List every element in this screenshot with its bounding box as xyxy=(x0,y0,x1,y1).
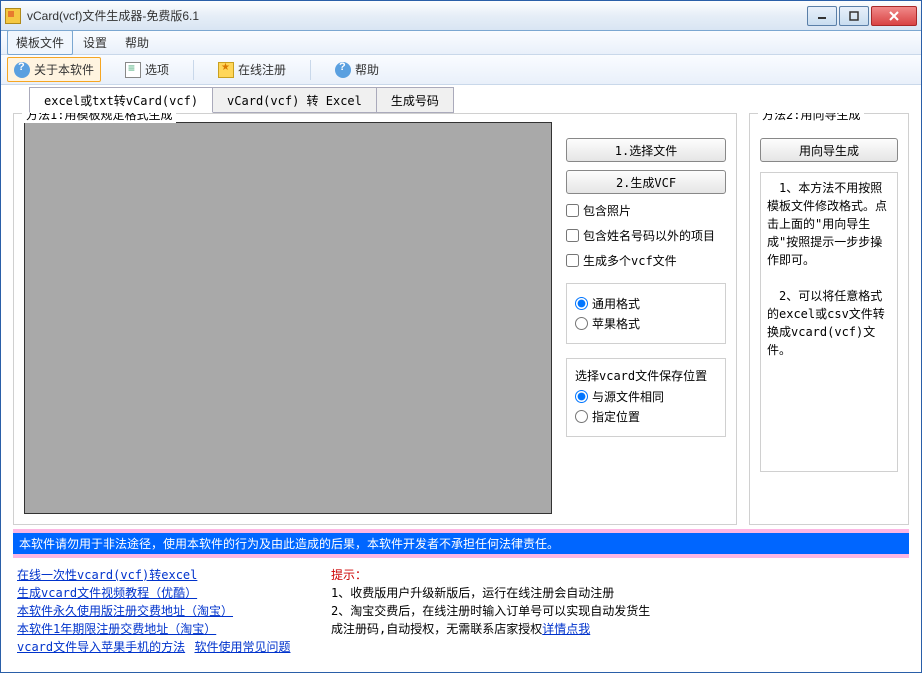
maximize-button[interactable] xyxy=(839,6,869,26)
toolbar-about[interactable]: 关于本软件 xyxy=(7,57,101,82)
toolbar: 关于本软件 选项 在线注册 帮助 xyxy=(1,55,921,85)
toolbar-sep xyxy=(193,60,194,80)
hint-2: 2、淘宝交费后，在线注册时输入订单号可以实现自动发货生成注册码,自动授权，无需联… xyxy=(331,604,650,636)
wizard-generate-button[interactable]: 用向导生成 xyxy=(760,138,898,162)
close-button[interactable] xyxy=(871,6,917,26)
help-icon xyxy=(335,62,351,78)
toolbar-sep xyxy=(310,60,311,80)
check-multiple-vcf[interactable]: 生成多个vcf文件 xyxy=(566,252,726,269)
window-buttons xyxy=(807,6,917,26)
check-include-extra[interactable]: 包含姓名号码以外的项目 xyxy=(566,227,726,244)
method2-description: 1、本方法不用按照模板文件修改格式。点击上面的"用向导生成"按照提示一步步操作即… xyxy=(760,172,898,472)
radio-format-apple[interactable]: 苹果格式 xyxy=(575,315,717,332)
link-import-apple[interactable]: vcard文件导入苹果手机的方法 xyxy=(17,640,185,654)
generate-vcf-button[interactable]: 2.生成VCF xyxy=(566,170,726,194)
link-detail[interactable]: 详情点我 xyxy=(542,622,590,636)
select-file-button[interactable]: 1.选择文件 xyxy=(566,138,726,162)
footer-hints: 提示： 1、收费版用户升级新版后，运行在线注册会自动注册 2、淘宝交费后，在线注… xyxy=(331,566,651,656)
register-icon xyxy=(218,62,234,78)
link-video-tutorial[interactable]: 生成vcard文件视频教程（优酷） xyxy=(17,584,307,602)
method1-controls: 1.选择文件 2.生成VCF 包含照片 包含姓名号码以外的项目 生成多个vcf文… xyxy=(566,122,726,514)
app-icon xyxy=(5,8,21,24)
content: 方法1:用模板规定格式生成 1.选择文件 2.生成VCF 包含照片 包含姓名号码… xyxy=(1,113,921,672)
footer-links: 在线一次性vcard(vcf)转excel 生成vcard文件视频教程（优酷） … xyxy=(17,566,307,656)
save-location-group: 选择vcard文件保存位置 与源文件相同 指定位置 xyxy=(566,358,726,437)
footer: 在线一次性vcard(vcf)转excel 生成vcard文件视频教程（优酷） … xyxy=(13,558,909,664)
notice-banner: 本软件请勿用于非法途径，使用本软件的行为及由此造成的后果，本软件开发者不承担任何… xyxy=(13,529,909,558)
link-1year-register[interactable]: 本软件1年期限注册交费地址（淘宝） xyxy=(17,620,307,638)
save-location-label: 选择vcard文件保存位置 xyxy=(575,367,717,384)
hints-title: 提示： xyxy=(331,568,367,582)
toolbar-options[interactable]: 选项 xyxy=(119,58,175,81)
about-icon xyxy=(14,62,30,78)
toolbar-help[interactable]: 帮助 xyxy=(329,58,385,81)
menu-settings[interactable]: 设置 xyxy=(75,31,115,54)
tab-excel-to-vcard[interactable]: excel或txt转vCard(vcf) xyxy=(29,87,213,113)
method1-group: 方法1:用模板规定格式生成 1.选择文件 2.生成VCF 包含照片 包含姓名号码… xyxy=(13,113,737,525)
radio-save-same[interactable]: 与源文件相同 xyxy=(575,388,717,405)
hint-1: 1、收费版用户升级新版后，运行在线注册会自动注册 xyxy=(331,586,614,600)
titlebar: vCard(vcf)文件生成器-免费版6.1 xyxy=(1,1,921,31)
check-include-photo[interactable]: 包含照片 xyxy=(566,202,726,219)
method2-group: 方法2:用向导生成 用向导生成 1、本方法不用按照模板文件修改格式。点击上面的"… xyxy=(749,113,909,525)
app-window: vCard(vcf)文件生成器-免费版6.1 模板文件 设置 帮助 关于本软件 … xyxy=(0,0,922,673)
toolbar-register[interactable]: 在线注册 xyxy=(212,58,292,81)
radio-format-common[interactable]: 通用格式 xyxy=(575,295,717,312)
notice-text: 本软件请勿用于非法途径，使用本软件的行为及由此造成的后果，本软件开发者不承担任何… xyxy=(13,533,909,554)
preview-area xyxy=(24,122,552,514)
tab-generate-number[interactable]: 生成号码 xyxy=(376,87,454,113)
window-title: vCard(vcf)文件生成器-免费版6.1 xyxy=(27,7,807,24)
tab-strip: excel或txt转vCard(vcf) vCard(vcf) 转 Excel … xyxy=(1,87,921,113)
method1-legend: 方法1:用模板规定格式生成 xyxy=(22,113,176,123)
radio-save-specify[interactable]: 指定位置 xyxy=(575,408,717,425)
menubar: 模板文件 设置 帮助 xyxy=(1,31,921,55)
minimize-button[interactable] xyxy=(807,6,837,26)
main-row: 方法1:用模板规定格式生成 1.选择文件 2.生成VCF 包含照片 包含姓名号码… xyxy=(13,113,909,525)
options-icon xyxy=(125,62,141,78)
method2-legend: 方法2:用向导生成 xyxy=(758,113,864,123)
format-group: 通用格式 苹果格式 xyxy=(566,283,726,344)
link-online-convert[interactable]: 在线一次性vcard(vcf)转excel xyxy=(17,566,307,584)
menu-help[interactable]: 帮助 xyxy=(117,31,157,54)
link-faq[interactable]: 软件使用常见问题 xyxy=(194,640,290,654)
tab-vcard-to-excel[interactable]: vCard(vcf) 转 Excel xyxy=(212,87,377,113)
link-perm-register[interactable]: 本软件永久使用版注册交费地址（淘宝） xyxy=(17,602,307,620)
menu-template[interactable]: 模板文件 xyxy=(7,30,73,55)
